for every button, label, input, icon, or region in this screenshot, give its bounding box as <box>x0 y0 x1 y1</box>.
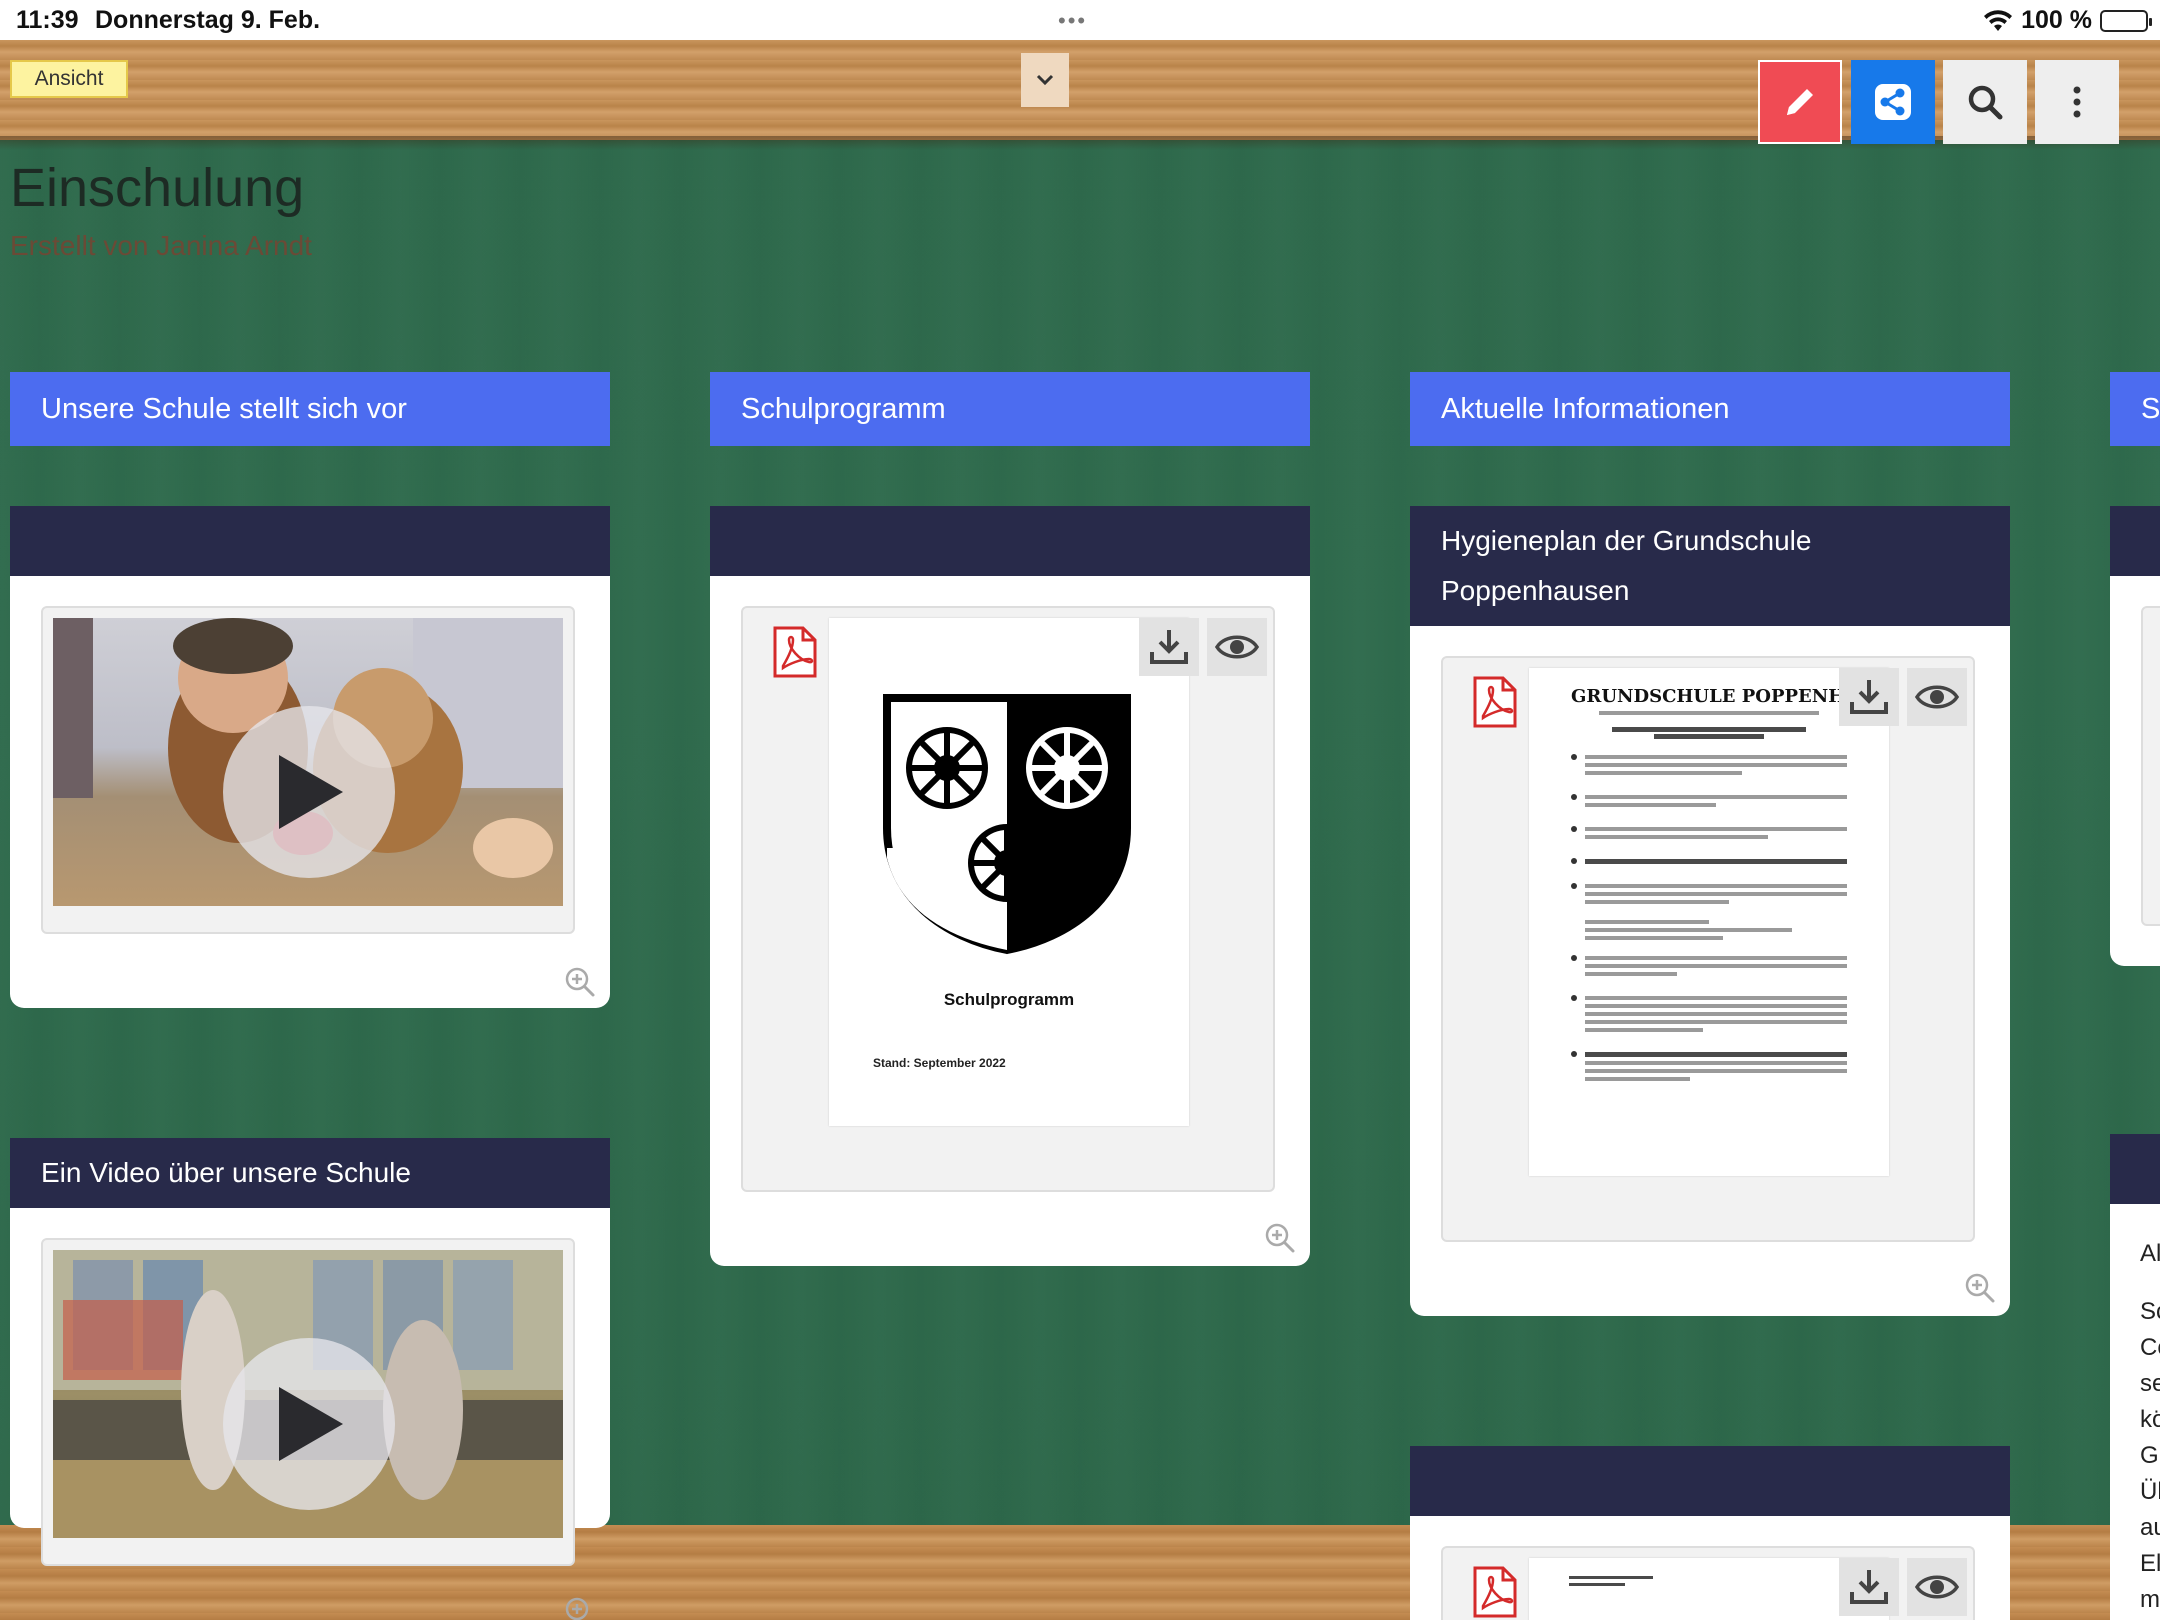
pdf-preview-box[interactable] <box>1441 1546 1975 1620</box>
partial-card-1[interactable] <box>2110 506 2160 966</box>
column-header-schule[interactable]: Unsere Schule stellt sich vor <box>10 372 610 446</box>
edit-button[interactable] <box>1758 60 1842 144</box>
partial-text-line: kö <box>2140 1406 2160 1433</box>
play-icon <box>279 755 343 829</box>
download-icon <box>1150 630 1188 664</box>
board-menu-toggle[interactable] <box>1021 53 1069 107</box>
pdf-page-preview[interactable] <box>1529 1558 1889 1620</box>
pdf-file-icon <box>773 626 817 678</box>
video-card-schule[interactable]: Ein Video über unsere Schule <box>10 1138 610 1620</box>
column-header-partial[interactable]: S <box>2110 372 2160 446</box>
column-header-schulprogramm[interactable]: Schulprogramm <box>710 372 1310 446</box>
preview-button[interactable] <box>1207 618 1267 676</box>
chevron-down-icon <box>1036 74 1054 86</box>
card-header <box>710 506 1310 576</box>
partial-text-line: Ül <box>2140 1478 2160 1505</box>
partial-text-line: El <box>2140 1550 2160 1577</box>
partial-text-line: Co <box>2140 1334 2160 1361</box>
video-thumbnail[interactable] <box>53 1250 563 1538</box>
zoom-in-icon[interactable] <box>564 966 596 998</box>
card-header <box>10 506 610 576</box>
download-icon <box>1850 1570 1888 1604</box>
partial-text-line: m <box>2140 1586 2160 1613</box>
share-button[interactable] <box>1851 60 1935 144</box>
more-vertical-icon <box>2073 86 2081 118</box>
zoom-in-icon[interactable] <box>1964 1272 1996 1304</box>
video-preview-box[interactable] <box>41 606 575 934</box>
pdf-doc-date: Stand: September 2022 <box>873 1056 1006 1070</box>
preview-button[interactable] <box>1907 1558 1967 1616</box>
wifi-icon <box>1984 9 2013 31</box>
download-button[interactable] <box>1839 1558 1899 1616</box>
download-button[interactable] <box>1139 618 1199 676</box>
partial-text-line: G <box>2140 1442 2159 1469</box>
pdf-doc-title: Schulprogramm <box>943 990 1075 1009</box>
search-icon <box>1968 85 2003 120</box>
play-button[interactable] <box>223 1338 395 1510</box>
download-button[interactable] <box>1839 668 1899 726</box>
coat-of-arms-image <box>883 694 1131 955</box>
partial-text-line: Sc <box>2140 1298 2160 1325</box>
partial-text-line: Al <box>2140 1240 2160 1267</box>
status-bar: 11:39 Donnerstag 9. Feb. ••• 100 % <box>0 0 2160 40</box>
battery-icon <box>2100 9 2152 32</box>
video-thumbnail[interactable] <box>53 618 563 906</box>
card-title-line1: Hygieneplan der Grundschule <box>1441 525 1812 556</box>
search-button[interactable] <box>1943 60 2027 144</box>
pdf-preview-box[interactable]: Schulprogramm Stand: September 2022 <box>741 606 1275 1192</box>
eye-icon <box>1215 635 1259 659</box>
partial-text-line: se <box>2140 1370 2160 1397</box>
pdf-card-hygieneplan[interactable]: Hygieneplan der Grundschule Poppenhausen… <box>1410 506 2010 1316</box>
zoom-in-icon[interactable] <box>564 1596 596 1620</box>
pdf-preview-box[interactable]: GRUNDSCHULE POPPENHAUSEN <box>1441 656 1975 1242</box>
multitasking-dots[interactable]: ••• <box>1058 8 1087 34</box>
board-title: Einschulung <box>10 158 305 218</box>
eye-icon <box>1915 1575 1959 1599</box>
card-header <box>2110 506 2160 576</box>
pdf-card-ministerium[interactable] <box>1410 1446 2010 1620</box>
partial-preview-box <box>2141 606 2160 926</box>
battery-percent: 100 % <box>2021 6 2092 34</box>
share-icon <box>1875 84 1911 120</box>
pdf-page-preview[interactable]: GRUNDSCHULE POPPENHAUSEN <box>1529 668 1889 1176</box>
card-title-line2: Poppenhausen <box>1441 575 1630 606</box>
card-header: Ein Video über unsere Schule <box>10 1138 610 1208</box>
pencil-icon <box>1787 89 1813 115</box>
column-header-informationen[interactable]: Aktuelle Informationen <box>1410 372 2010 446</box>
card-header <box>1410 1446 2010 1516</box>
video-preview-box[interactable] <box>41 1238 575 1566</box>
pdf-file-icon <box>1473 676 1517 728</box>
download-icon <box>1850 680 1888 714</box>
board-author: Erstellt von Janina Arndt <box>10 230 312 261</box>
status-right: 100 % <box>1983 6 2152 35</box>
card-header: Hygieneplan der Grundschule Poppenhausen <box>1410 506 2010 626</box>
video-card[interactable] <box>10 506 610 1008</box>
play-button[interactable] <box>223 706 395 878</box>
pdf-file-icon <box>1473 1566 1517 1618</box>
status-date: Donnerstag 9. Feb. <box>95 6 321 34</box>
pdf-doc-heading: GRUNDSCHULE POPPENHAUSEN <box>1571 686 1889 707</box>
preview-button[interactable] <box>1907 668 1967 726</box>
pdf-page-preview[interactable]: Schulprogramm Stand: September 2022 <box>829 618 1189 1126</box>
status-time: 11:39 <box>16 6 79 34</box>
eye-icon <box>1915 685 1959 709</box>
zoom-in-icon[interactable] <box>1264 1222 1296 1254</box>
more-button[interactable] <box>2035 60 2119 144</box>
card-header <box>2110 1134 2160 1204</box>
partial-text-line: au <box>2140 1514 2160 1541</box>
play-icon <box>279 1387 343 1461</box>
view-button[interactable]: Ansicht <box>10 60 128 98</box>
pdf-card-schulprogramm[interactable]: Schulprogramm Stand: September 2022 <box>710 506 1310 1266</box>
